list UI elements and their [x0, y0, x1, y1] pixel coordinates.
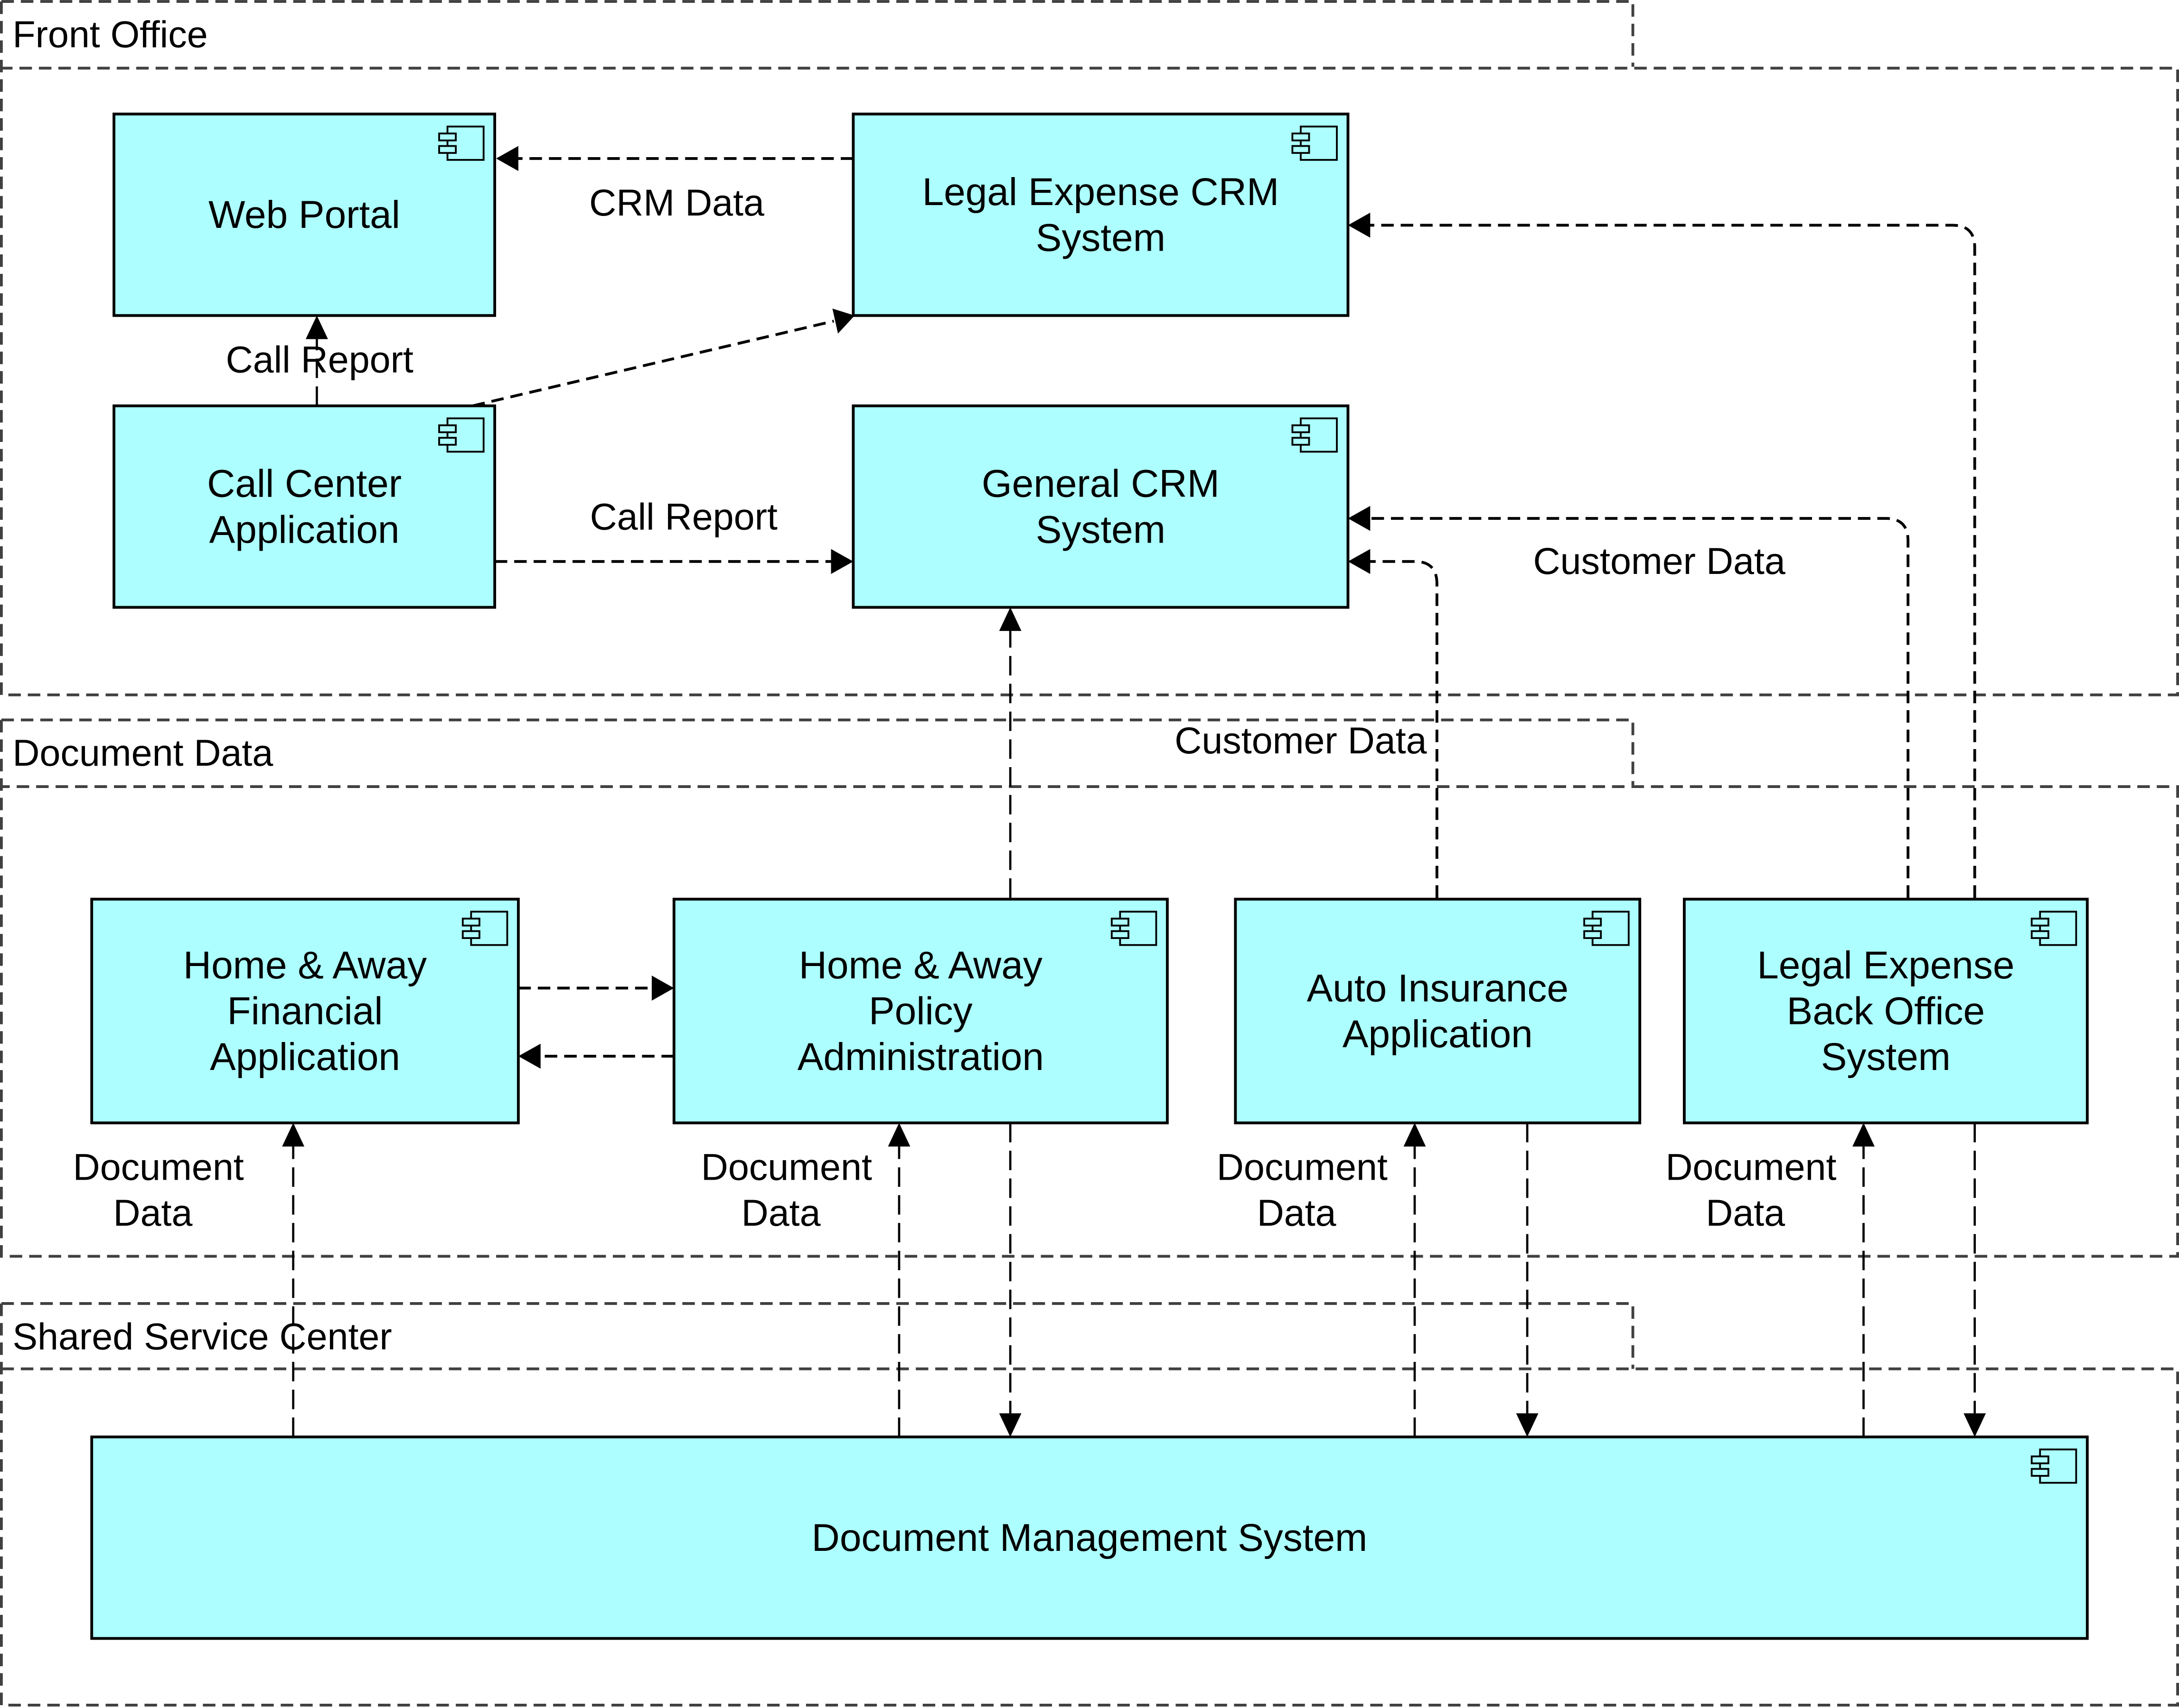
arrowhead — [831, 549, 854, 574]
edge-label-doc-data-1-line1: Document — [73, 1145, 244, 1188]
arrowhead — [1348, 549, 1371, 574]
component-label: Application — [1343, 1013, 1533, 1056]
edge-label-doc-data-1-line2: Data — [113, 1192, 193, 1234]
edge-label-call-report-top: Call Report — [226, 338, 413, 381]
edges — [282, 146, 1986, 1437]
arrowhead — [999, 1413, 1022, 1437]
group-document-data-label: Document Data — [12, 732, 273, 774]
component-call-center[interactable]: Call CenterApplication — [113, 404, 497, 609]
edge-label-doc-data-2-line1: Document — [701, 1145, 872, 1188]
component-auto-insurance[interactable]: Auto InsuranceApplication — [1234, 898, 1642, 1125]
edge-label-doc-data-4-line1: Document — [1665, 1145, 1836, 1188]
arrowhead — [1403, 1123, 1426, 1147]
component-box — [852, 113, 1350, 317]
arrowhead — [999, 607, 1022, 631]
arrowhead — [1348, 213, 1371, 238]
component-label: System — [1036, 216, 1165, 260]
component-home-away-financial[interactable]: Home & AwayFinancialApplication — [90, 898, 520, 1125]
arrowhead — [651, 976, 674, 1001]
component-home-away-policy[interactable]: Home & AwayPolicyAdministration — [672, 898, 1169, 1125]
component-label: Administration — [798, 1035, 1044, 1079]
component-box — [113, 404, 497, 609]
component-legal-expense-crm[interactable]: Legal Expense CRMSystem — [852, 113, 1350, 317]
component-label: Financial — [227, 990, 383, 1033]
arrowhead — [496, 146, 518, 171]
edge-label-doc-data-3-line1: Document — [1217, 1145, 1388, 1188]
component-legal-expense-back-office[interactable]: Legal ExpenseBack OfficeSystem — [1682, 898, 2089, 1125]
arrowhead — [282, 1123, 305, 1147]
component-label: Web Portal — [208, 193, 400, 236]
arrowhead — [1348, 506, 1371, 531]
arrowhead — [1963, 1413, 1986, 1437]
group-shared-service-center-label: Shared Service Center — [12, 1315, 392, 1358]
diagram-canvas: Front Office Document Data Shared Servic… — [0, 0, 2179, 1708]
component-label: System — [1036, 508, 1165, 551]
arrowhead — [1516, 1413, 1539, 1437]
component-web-portal[interactable]: Web Portal — [113, 113, 497, 317]
arrowhead — [518, 1043, 541, 1069]
architecture-diagram: Front Office Document Data Shared Servic… — [0, 0, 2179, 1707]
group-front-office-tab — [1, 0, 1634, 67]
component-box — [1234, 898, 1642, 1125]
edge-label-doc-data-3-line2: Data — [1257, 1192, 1336, 1234]
component-label: Home & Away — [799, 944, 1043, 987]
arrowhead — [888, 1123, 911, 1147]
component-label: System — [1821, 1035, 1951, 1079]
edge-label-crm-data: CRM Data — [589, 181, 764, 224]
component-label: Legal Expense — [1757, 944, 2014, 987]
arrowhead — [832, 309, 855, 334]
group-front-office-label: Front Office — [12, 13, 207, 56]
component-label: Policy — [869, 990, 973, 1033]
component-label: General CRM — [982, 462, 1220, 506]
component-general-crm[interactable]: General CRMSystem — [852, 404, 1350, 609]
component-label: Home & Away — [183, 944, 427, 987]
component-label: Back Office — [1787, 990, 1985, 1033]
edge-label-doc-data-2-line2: Data — [742, 1192, 821, 1234]
component-document-management[interactable]: Document Management System — [90, 1436, 2089, 1640]
arrowhead — [306, 315, 328, 339]
edge-label-customer-data-right: Customer Data — [1533, 540, 1785, 582]
edge-call-center-to-legal-crm[interactable] — [472, 319, 835, 407]
arrowhead — [1852, 1123, 1875, 1147]
component-label: Legal Expense CRM — [922, 170, 1279, 214]
edge-label-customer-data-center: Customer Data — [1174, 719, 1427, 761]
edge-label-call-report-mid: Call Report — [590, 495, 778, 537]
component-label: Call Center — [207, 462, 402, 506]
component-box — [852, 404, 1350, 609]
component-label: Document Management System — [812, 1516, 1368, 1559]
component-label: Application — [210, 1035, 400, 1079]
edge-label-doc-data-4-line2: Data — [1706, 1192, 1785, 1234]
component-label: Auto Insurance — [1307, 967, 1569, 1010]
component-label: Application — [209, 508, 400, 551]
